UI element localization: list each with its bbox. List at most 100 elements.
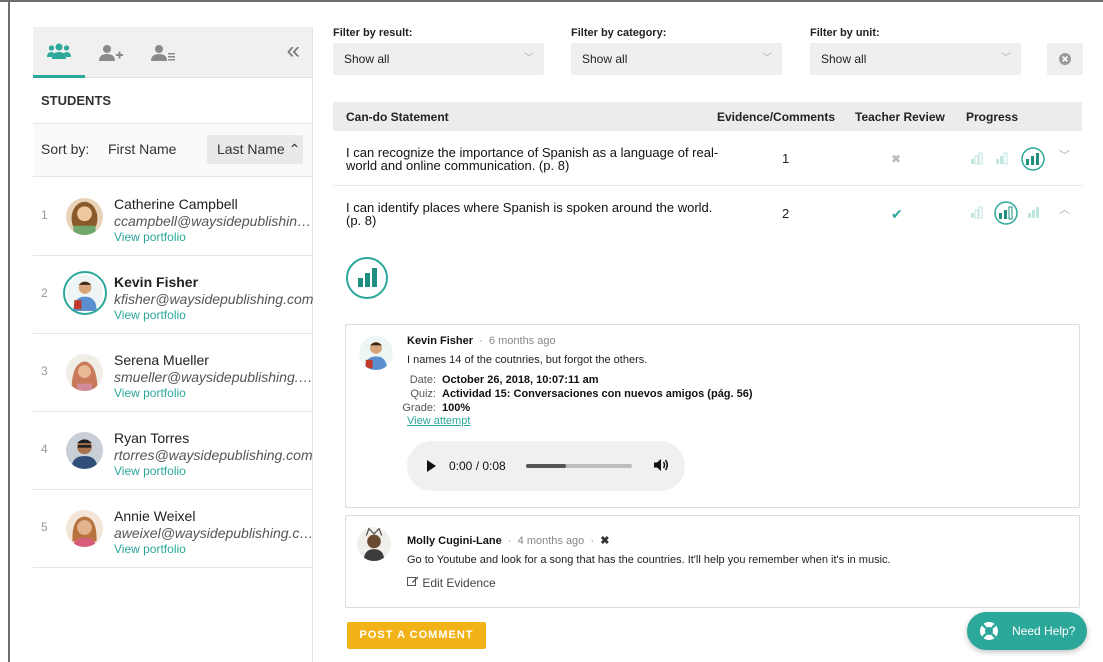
filter-unit-value: Show all [821,52,867,66]
collapse-sidebar-button[interactable]: « [287,37,300,65]
attempt-quiz: Quiz: Actividad 15: Conversaciones con nu… [393,388,752,400]
student-list-item[interactable]: 3 Serena Mueller smueller@waysidepublish… [33,334,314,412]
progress-level-1-icon [971,152,983,165]
date-label: Date: [409,374,436,386]
student-name: Kevin Fisher [114,274,199,290]
student-name: Serena Mueller [114,352,209,368]
sort-label: Sort by: [41,141,90,157]
filter-unit-label: Filter by unit: [810,27,880,39]
audio-progress-fill [526,464,567,468]
audio-time: 0:00 / 0:08 [449,459,506,473]
comment-author-line: Molly Cugini-Lane · 4 months ago · ✖ [407,534,609,547]
audio-player: 0:00 / 0:08 [407,441,685,491]
progress-level-1-icon [971,206,983,219]
view-portfolio-link[interactable]: View portfolio [114,464,186,478]
students-heading: STUDENTS [33,78,312,124]
can-do-statement: I can recognize the importance of Spanis… [346,145,719,173]
attempt-date: Date: October 26, 2018, 10:07:11 am [393,374,599,386]
delete-comment-button[interactable]: ✖ [600,535,609,547]
header-review: Teacher Review [855,110,945,124]
student-number: 4 [41,442,48,456]
collapse-row-chevron-icon[interactable]: ︿ [1059,201,1070,217]
need-help-button[interactable]: Need Help? [967,612,1087,650]
comment-time: 4 months ago [517,535,585,547]
grade-value: 100% [442,402,471,414]
student-name: Ryan Torres [114,430,190,446]
sort-first-name-button[interactable]: First Name [108,141,176,157]
users-icon [47,43,71,59]
need-help-label: Need Help? [1012,624,1076,638]
date-value: October 26, 2018, 10:07:11 am [442,374,599,386]
avatar [359,336,393,370]
table-header: Can-do Statement Evidence/Comments Teach… [333,102,1082,131]
filter-category-select[interactable]: Show all ﹀ [571,43,782,75]
evidence-count: 2 [782,206,790,221]
filter-category-label: Filter by category: [571,27,667,39]
chevron-down-icon: ﹀ [762,53,772,64]
avatar [63,271,107,315]
progress-level-3-large-icon [346,257,388,299]
student-number: 5 [41,520,48,534]
student-name: Annie Weixel [114,508,196,524]
edit-evidence-label: Edit Evidence [422,576,496,590]
student-list-item[interactable]: 2 Kevin Fisher kfisher@waysidepublishing… [33,256,313,334]
review-x-icon: ✖ [891,152,902,166]
avatar [66,354,103,391]
view-portfolio-link[interactable]: View portfolio [114,386,186,400]
view-portfolio-link[interactable]: View portfolio [114,308,186,322]
clear-filters-button[interactable] [1047,43,1083,75]
student-list-item[interactable]: 4 Ryan Torres rtorres@waysidepublishing.… [33,412,313,490]
window-top-border [0,0,1103,2]
sort-bar: Sort by: First Name Last Name ⌃ [33,124,312,177]
play-icon[interactable] [427,460,436,472]
view-attempt-link[interactable]: View attempt [407,415,470,427]
add-user-icon [99,44,123,61]
view-portfolio-link[interactable]: View portfolio [114,230,186,244]
sort-last-name-button[interactable]: Last Name ⌃ [207,135,303,164]
table-row-expanded[interactable]: I can identify places where Spanish is s… [333,186,1082,238]
comment-card: Kevin Fisher · 6 months ago I names 14 o… [345,324,1080,508]
tab-students[interactable] [33,27,85,78]
student-email: aweixel@waysidepublishing.com [114,525,314,541]
comment-card: Molly Cugini-Lane · 4 months ago · ✖ Go … [345,515,1080,608]
progress-level-2-icon [994,201,1018,225]
header-statement: Can-do Statement [346,110,449,124]
header-evidence: Evidence/Comments [717,110,836,124]
edit-evidence-button[interactable]: Edit Evidence [407,576,496,590]
student-list-item[interactable]: 1 Catherine Campbell ccampbell@waysidepu… [33,178,314,256]
avatar [66,510,103,547]
edit-icon [407,576,419,586]
comment-text: I names 14 of the coutnries, but forgot … [407,354,648,366]
comment-time: 6 months ago [488,335,556,347]
progress-level-3-icon [1021,147,1045,171]
review-check-icon: ✔ [891,206,903,222]
volume-icon[interactable] [653,458,669,475]
student-email: kfisher@waysidepublishing.com [114,291,314,307]
table-row[interactable]: I can recognize the importance of Spanis… [333,131,1082,186]
filter-category-value: Show all [582,52,628,66]
view-portfolio-link[interactable]: View portfolio [114,542,186,556]
expand-row-chevron-icon[interactable]: ﹀ [1059,147,1070,163]
post-comment-button[interactable]: POST A COMMENT [347,622,486,649]
separator-dot: · [587,535,598,547]
student-email: rtorres@waysidepublishing.com [114,447,313,463]
student-number: 1 [41,208,48,222]
tab-manage-students[interactable] [137,27,189,78]
progress-level-3-icon [1028,207,1039,218]
sidebar-tabs: « [33,27,312,78]
chevron-down-icon: ﹀ [524,53,534,64]
filter-result-value: Show all [344,52,390,66]
filter-result-select[interactable]: Show all ﹀ [333,43,544,75]
tab-add-student[interactable] [85,27,137,78]
audio-progress-track[interactable] [526,464,632,468]
avatar [66,432,103,469]
students-sidebar: « STUDENTS Sort by: First Name Last Name… [33,27,314,662]
clear-circle-icon [1059,53,1071,65]
comment-author: Molly Cugini-Lane [407,535,502,547]
student-number: 3 [41,364,48,378]
student-name: Catherine Campbell [114,196,238,212]
filter-unit-select[interactable]: Show all ﹀ [810,43,1021,75]
avatar [357,527,391,561]
comment-author: Kevin Fisher [407,335,474,347]
student-list-item[interactable]: 5 Annie Weixel aweixel@waysidepublishing… [33,490,314,568]
